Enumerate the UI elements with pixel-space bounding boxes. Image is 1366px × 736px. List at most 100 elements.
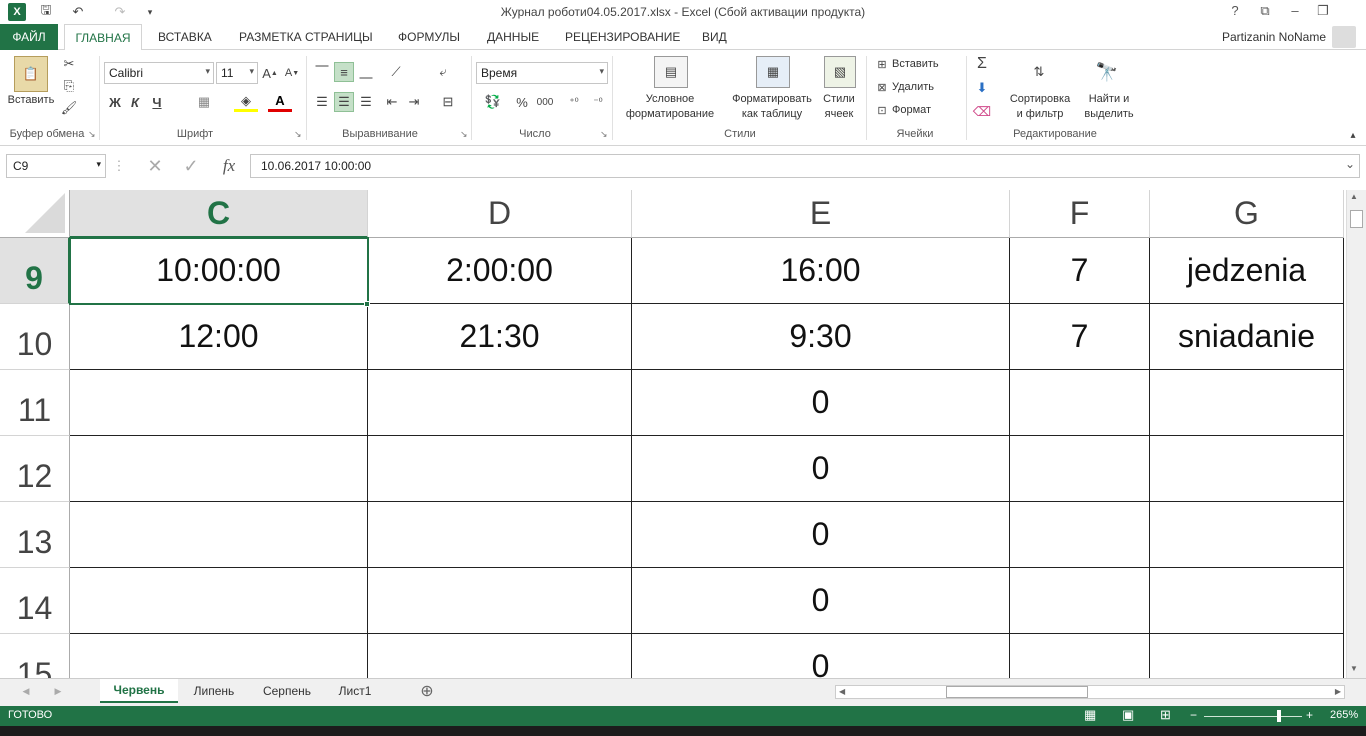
delete-cells-button[interactable]: Удалить	[892, 80, 952, 95]
scroll-down-icon[interactable]: ▼	[1350, 664, 1358, 673]
row-header-13[interactable]: 13	[0, 502, 70, 568]
cell-d15[interactable]	[368, 634, 632, 678]
minimize-icon[interactable]: –	[1284, 3, 1306, 21]
select-all-corner[interactable]	[0, 190, 70, 238]
cell-f9[interactable]: 7	[1010, 238, 1150, 304]
cell-e15[interactable]: 0	[632, 634, 1010, 678]
vertical-scroll-thumb[interactable]	[1350, 210, 1363, 228]
align-center-icon[interactable]: ☰	[334, 92, 354, 112]
column-header-g[interactable]: G	[1150, 190, 1344, 238]
cell-f13[interactable]	[1010, 502, 1150, 568]
cell-d11[interactable]	[368, 370, 632, 436]
clipboard-launcher-icon[interactable]: ↘	[88, 129, 96, 140]
cell-f15[interactable]	[1010, 634, 1150, 678]
insert-function-icon[interactable]: fx	[214, 154, 244, 178]
row-header-15[interactable]: 15	[0, 634, 70, 678]
font-launcher-icon[interactable]: ↘	[294, 129, 302, 140]
cell-e14[interactable]: 0	[632, 568, 1010, 634]
orientation-icon[interactable]: ⟋	[382, 62, 410, 82]
cell-e13[interactable]: 0	[632, 502, 1010, 568]
user-name[interactable]: Partizanin NoName	[1222, 30, 1326, 44]
tab-insert[interactable]: ВСТАВКА	[158, 30, 212, 44]
format-as-table-icon[interactable]: ▦	[756, 56, 790, 88]
cell-g9[interactable]: jedzenia	[1150, 238, 1344, 304]
cell-d10[interactable]: 21:30	[368, 304, 632, 370]
tab-file[interactable]: ФАЙЛ	[0, 24, 58, 50]
copy-icon[interactable]: ⎘	[60, 78, 78, 94]
cell-styles-icon[interactable]: ▧	[824, 56, 856, 88]
name-box[interactable]: C9 ▾	[6, 154, 106, 178]
tab-home[interactable]: ГЛАВНАЯ	[64, 24, 142, 51]
column-header-f[interactable]: F	[1010, 190, 1150, 238]
zoom-slider[interactable]	[1204, 716, 1302, 717]
tab-data[interactable]: ДАННЫЕ	[487, 30, 539, 44]
cell-f11[interactable]	[1010, 370, 1150, 436]
cell-e9[interactable]: 16:00	[632, 238, 1010, 304]
prev-sheet-icon[interactable]: ◀	[18, 679, 34, 703]
zoom-in-icon[interactable]: +	[1306, 708, 1313, 722]
tab-review[interactable]: РЕЦЕНЗИРОВАНИЕ	[565, 30, 680, 44]
horizontal-scroll-thumb[interactable]	[946, 686, 1088, 698]
font-color-icon[interactable]: A	[268, 92, 292, 112]
sort-filter-icon[interactable]: ⇅	[1022, 56, 1056, 88]
increase-indent-icon[interactable]: ⇥	[404, 92, 424, 112]
cell-e10[interactable]: 9:30	[632, 304, 1010, 370]
fill-color-icon[interactable]: ◈	[234, 92, 258, 112]
help-icon[interactable]: ?	[1224, 3, 1246, 21]
row-header-12[interactable]: 12	[0, 436, 70, 502]
fill-handle[interactable]	[364, 301, 370, 307]
delete-cells-icon[interactable]: ⊠	[874, 79, 890, 95]
clear-icon[interactable]: ⌫	[972, 102, 992, 122]
fill-icon[interactable]: ⬇	[972, 78, 992, 98]
shrink-font-icon[interactable]: A ▼	[284, 64, 300, 82]
sheet-tab-2[interactable]: Липень	[180, 679, 248, 703]
bold-button[interactable]: Ж	[106, 92, 124, 112]
format-cells-icon[interactable]: ⊡	[874, 102, 890, 118]
cell-d9[interactable]: 2:00:00	[368, 238, 632, 304]
normal-view-icon[interactable]: ▦	[1084, 707, 1096, 723]
scroll-left-icon[interactable]: ◀	[839, 687, 845, 696]
collapse-ribbon-icon[interactable]: ▴	[1346, 128, 1360, 142]
cell-g10[interactable]: sniadanie	[1150, 304, 1344, 370]
percent-button[interactable]: %	[512, 92, 532, 112]
autosum-icon[interactable]: Σ	[972, 54, 992, 74]
cell-g11[interactable]	[1150, 370, 1344, 436]
borders-icon[interactable]: ▦	[192, 92, 216, 112]
cell-c13[interactable]	[70, 502, 368, 568]
zoom-level[interactable]: 265%	[1330, 709, 1358, 721]
next-sheet-icon[interactable]: ▶	[50, 679, 66, 703]
row-header-10[interactable]: 10	[0, 304, 70, 370]
cell-e12[interactable]: 0	[632, 436, 1010, 502]
enter-icon[interactable]: ✓	[178, 154, 204, 178]
find-select-button[interactable]: Найти и выделить	[1078, 92, 1140, 122]
cell-c14[interactable]	[70, 568, 368, 634]
align-left-icon[interactable]: ☰	[312, 92, 332, 112]
column-header-e[interactable]: E	[632, 190, 1010, 238]
cut-icon[interactable]: ✂	[60, 56, 78, 72]
wrap-text-icon[interactable]: ⤶	[432, 62, 454, 82]
avatar[interactable]	[1332, 26, 1356, 48]
number-format-select[interactable]: Время ▾	[476, 62, 608, 84]
insert-cells-button[interactable]: Вставить	[892, 57, 952, 72]
thousands-button[interactable]: 000	[534, 92, 556, 112]
new-sheet-icon[interactable]: ⊕	[416, 679, 438, 703]
alignment-launcher-icon[interactable]: ↘	[460, 129, 468, 140]
format-cells-button[interactable]: Формат	[892, 103, 952, 118]
expand-formula-icon[interactable]: ⌄	[1345, 157, 1355, 171]
grow-font-icon[interactable]: A ▲	[262, 64, 278, 82]
zoom-out-icon[interactable]: −	[1190, 708, 1197, 722]
restore-icon[interactable]: ❐	[1312, 3, 1334, 21]
scroll-right-icon[interactable]: ▶	[1335, 687, 1341, 696]
cell-g14[interactable]	[1150, 568, 1344, 634]
cell-styles-button[interactable]: Стили ячеек	[816, 92, 862, 122]
cell-f14[interactable]	[1010, 568, 1150, 634]
row-header-9[interactable]: 9	[0, 238, 70, 304]
page-break-view-icon[interactable]: ⊞	[1160, 707, 1171, 723]
page-layout-view-icon[interactable]: ▣	[1122, 707, 1134, 723]
align-right-icon[interactable]: ☰	[356, 92, 376, 112]
row-header-11[interactable]: 11	[0, 370, 70, 436]
ribbon-display-icon[interactable]: ⧉	[1254, 3, 1276, 21]
sort-filter-button[interactable]: Сортировка и фильтр	[1002, 92, 1078, 122]
increase-decimal-icon[interactable]: ⁺⁰	[564, 92, 584, 112]
insert-cells-icon[interactable]: ⊞	[874, 56, 890, 72]
